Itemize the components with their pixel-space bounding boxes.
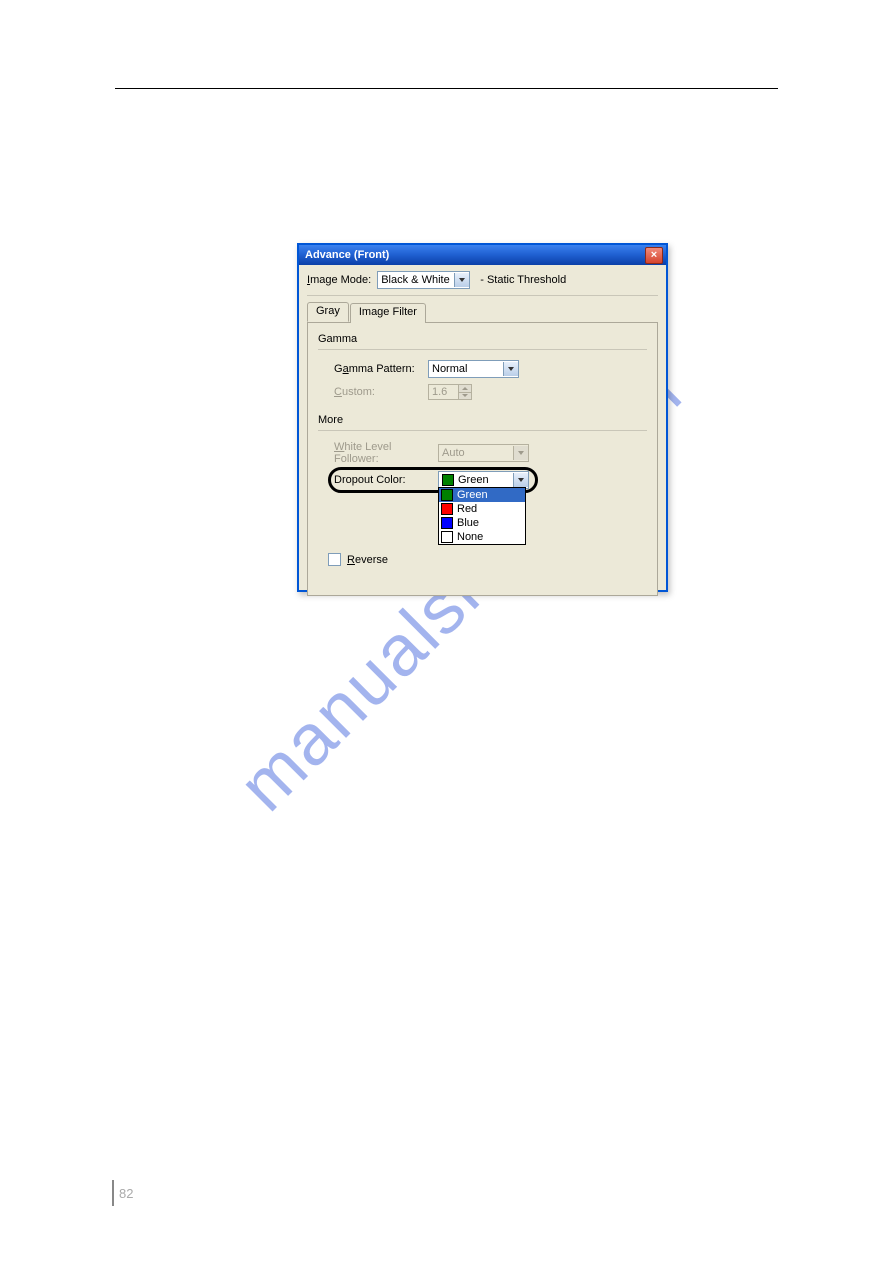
image-mode-label-rest: mage Mode:	[310, 274, 371, 286]
dropout-option-label: Red	[457, 503, 477, 515]
gamma-pattern-label-post: mma Pattern:	[349, 363, 415, 375]
more-group-line	[318, 430, 647, 431]
color-swatch-icon	[441, 517, 453, 529]
whitelevel-value: Auto	[442, 447, 511, 459]
gamma-pattern-label: Gamma Pattern:	[334, 363, 428, 375]
image-mode-dropdown[interactable]: Black & White	[377, 271, 470, 289]
gamma-custom-row: Custom: 1.6	[334, 384, 647, 400]
gamma-custom-label-rest: ustom:	[342, 386, 375, 398]
gamma-pattern-dropdown[interactable]: Normal	[428, 360, 519, 378]
reverse-label-rest: everse	[355, 554, 388, 566]
image-mode-row: Image Mode: Black & White - Static Thres…	[307, 271, 658, 289]
color-swatch-icon	[441, 489, 453, 501]
gamma-pattern-row: Gamma Pattern: Normal	[334, 360, 647, 378]
dropout-option-label: None	[457, 531, 483, 543]
page-number-bar	[112, 1180, 114, 1206]
gamma-group-label: Gamma	[318, 333, 647, 345]
dropout-color-listbox[interactable]: Green Red Blue None	[438, 487, 526, 545]
tab-gray[interactable]: Gray	[307, 302, 349, 322]
spinner-buttons	[459, 384, 472, 400]
dropout-option-red[interactable]: Red	[439, 502, 525, 516]
dialog-titlebar[interactable]: Advance (Front) ×	[299, 245, 666, 265]
whitelevel-label: White Level Follower:	[334, 441, 438, 465]
tabs: Gray Image Filter Gamma Gamma Pattern: N…	[307, 302, 658, 596]
gamma-custom-accel: C	[334, 386, 342, 398]
gamma-pattern-value: Normal	[432, 363, 501, 375]
gamma-group-line	[318, 349, 647, 350]
reverse-label: Reverse	[347, 554, 388, 566]
spinner-down-icon	[459, 393, 471, 400]
color-swatch-icon	[442, 474, 454, 486]
checkbox-box-icon	[328, 553, 341, 566]
dropout-option-label: Green	[457, 489, 488, 501]
whitelevel-dropdown: Auto	[438, 444, 529, 462]
divider	[307, 295, 658, 296]
advance-dialog: Advance (Front) × Image Mode: Black & Wh…	[297, 243, 668, 592]
dialog-body: Image Mode: Black & White - Static Thres…	[299, 265, 666, 602]
gamma-custom-label: Custom:	[334, 386, 428, 398]
gamma-pattern-label-pre: G	[334, 363, 343, 375]
spinner-up-icon	[459, 385, 471, 393]
dropout-color-value: Green	[458, 474, 511, 486]
tab-panel-gray: Gamma Gamma Pattern: Normal	[307, 322, 658, 596]
close-icon: ×	[651, 250, 657, 261]
more-group: White Level Follower: Auto Dropout Color…	[318, 441, 647, 489]
page-number: 82	[119, 1186, 133, 1201]
image-mode-label: Image Mode:	[307, 274, 371, 286]
chevron-down-icon	[513, 473, 528, 487]
chevron-down-icon	[503, 362, 518, 376]
reverse-accel: R	[347, 554, 355, 566]
tab-image-filter[interactable]: Image Filter	[350, 303, 426, 323]
chevron-down-icon	[454, 273, 469, 287]
dropout-option-green[interactable]: Green	[439, 488, 525, 502]
dropout-color-label: Dropout Color:	[334, 474, 438, 486]
tabstrip: Gray Image Filter	[307, 302, 658, 322]
image-mode-value: Black & White	[381, 274, 452, 286]
color-swatch-icon	[441, 531, 453, 543]
close-button[interactable]: ×	[645, 247, 663, 264]
gamma-custom-spinner: 1.6	[428, 384, 472, 400]
whitelevel-accel: W	[334, 441, 344, 453]
static-threshold-text: - Static Threshold	[480, 274, 566, 286]
dropout-option-blue[interactable]: Blue	[439, 516, 525, 530]
dialog-title: Advance (Front)	[305, 249, 389, 261]
dropout-option-none[interactable]: None	[439, 530, 525, 544]
whitelevel-row: White Level Follower: Auto	[334, 441, 647, 465]
chevron-down-icon	[513, 446, 528, 460]
gamma-custom-value: 1.6	[428, 384, 459, 400]
gamma-group: Gamma Pattern: Normal Custom: 1.6	[318, 360, 647, 400]
page-top-rule	[115, 88, 778, 89]
reverse-checkbox[interactable]: Reverse	[328, 553, 388, 566]
dropout-option-label: Blue	[457, 517, 479, 529]
color-swatch-icon	[441, 503, 453, 515]
more-group-label: More	[318, 414, 647, 426]
